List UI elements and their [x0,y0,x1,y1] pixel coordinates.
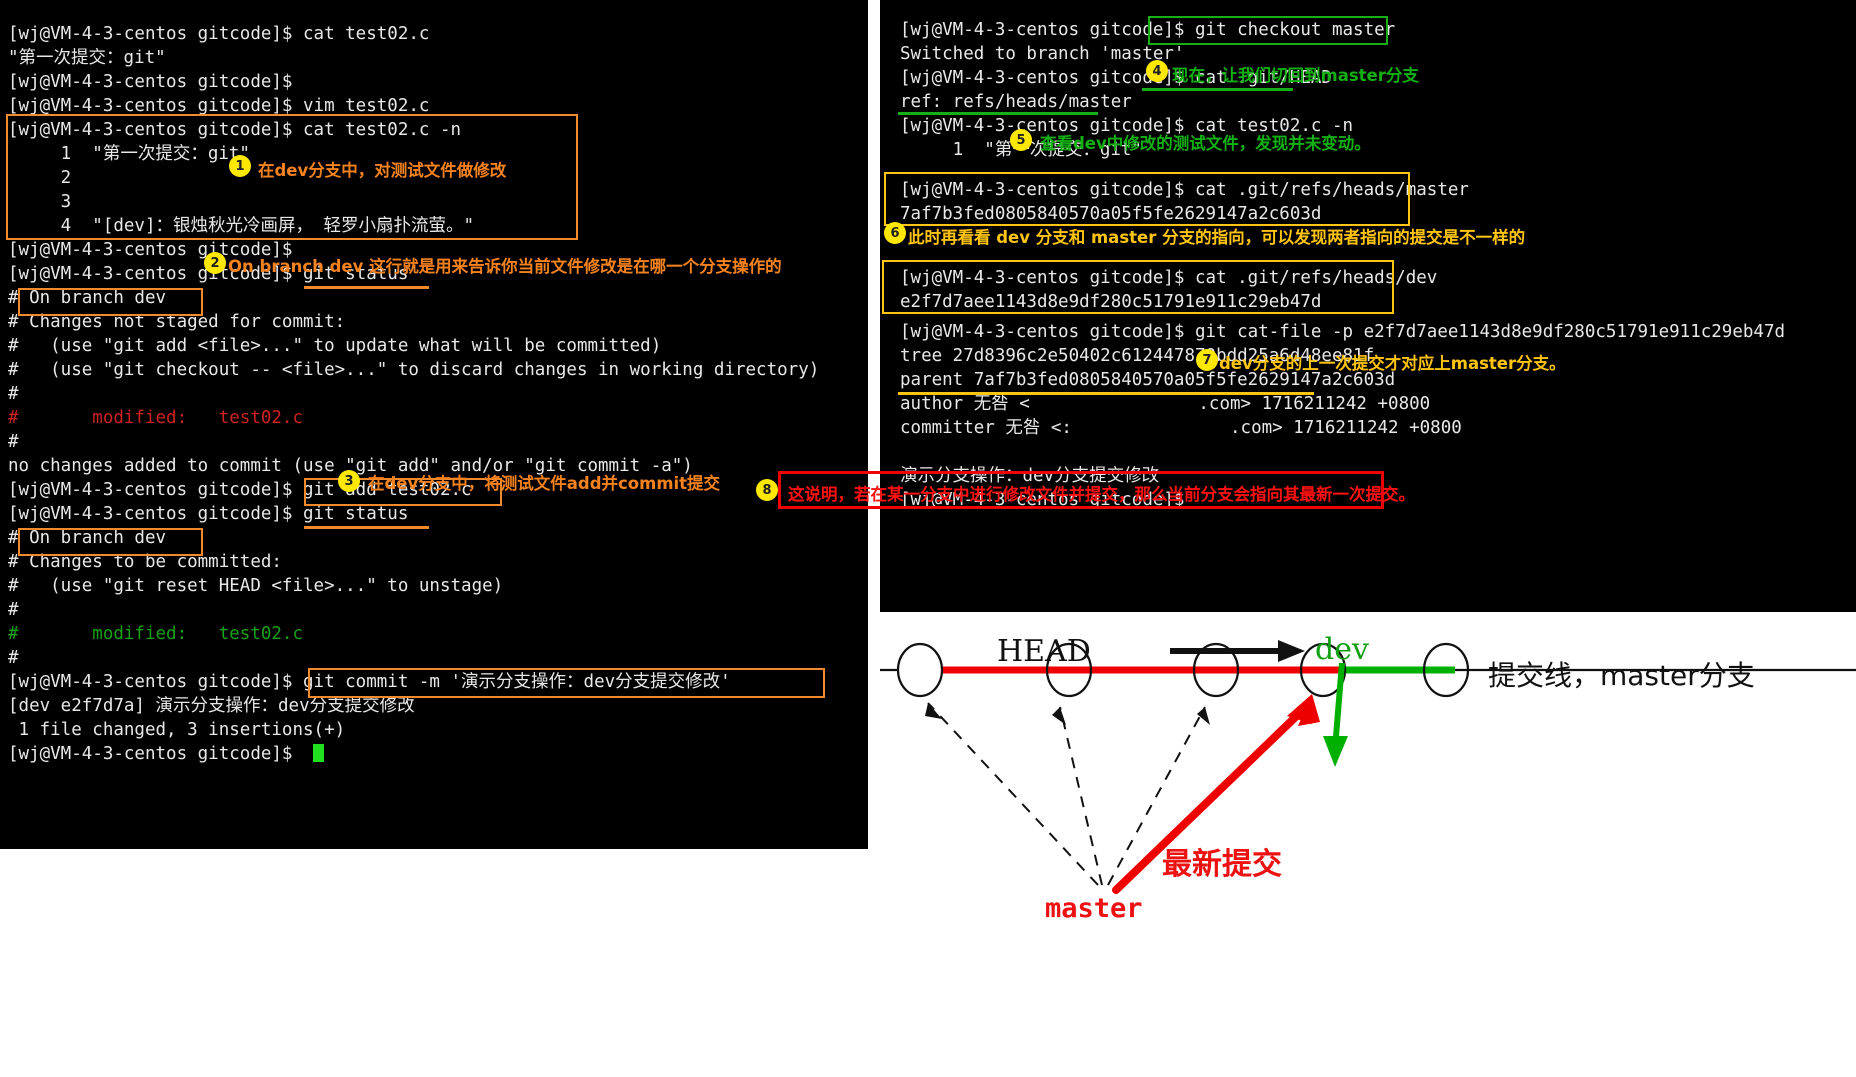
terminal-line: "第一次提交：git" [8,48,166,68]
highlight-box-on-branch-dev-1 [18,288,203,316]
annotation-marker-4: 4 [1146,60,1168,82]
annotation-note-4: 现在，让我们切回到master分支 [1172,66,1419,85]
highlight-box-git-checkout [1148,16,1388,45]
annotation-note-1: 在dev分支中，对测试文件做修改 [258,161,507,180]
terminal-line: [wj@VM-4-3-centos gitcode]$ git cat-file… [900,322,1786,342]
newest-commit-label: 最新提交 [1162,847,1282,882]
terminal-line: [wj@VM-4-3-centos gitcode]$ [8,744,293,764]
terminal-line: # [8,432,19,452]
terminal-line: # [8,648,19,668]
terminal-cursor [313,744,324,762]
highlight-box-refs-dev [882,260,1394,314]
annotation-marker-6: 6 [884,222,906,244]
terminal-line: # (use "git add <file>..." to update wha… [8,336,662,356]
terminal-line: [wj@VM-4-3-centos gitcode]$ cat test02.c [8,24,430,44]
terminal-line-modified: # modified: test02.c [8,624,304,644]
annotation-marker-3: 3 [338,470,360,492]
commit-node [896,642,944,698]
head-label: HEAD [997,634,1091,669]
terminal-line-modified: # modified: test02.c [8,408,304,428]
head-arrow [1170,640,1305,662]
terminal-line: # [8,384,19,404]
annotation-note-8: 这说明，若在某一分支中进行修改文件并提交，那么当前分支会指向其最新一次提交。 [788,485,1415,504]
terminal-line: # [8,600,19,620]
highlight-box-on-branch-dev-2 [18,528,203,556]
annotation-marker-7: 7 [1196,349,1218,371]
underline-cat-head [1142,88,1293,91]
terminal-line: # (use "git reset HEAD <file>..." to uns… [8,576,504,596]
highlight-box-refs-master [884,172,1410,226]
terminal-line: 1 file changed, 3 insertions(+) [8,720,346,740]
annotation-note-7: dev分支的上一次提交才对应上master分支。 [1219,354,1566,373]
annotation-note-3: 在dev分支中，将测试文件add并commit提交 [368,474,721,493]
underline-ref-heads-master [898,112,1098,115]
terminal-line: [wj@VM-4-3-centos gitcode]$ [8,72,293,92]
annotation-marker-8: 8 [756,479,778,501]
terminal-line: Switched to branch 'master' [900,44,1185,64]
right-terminal[interactable]: [wj@VM-4-3-centos gitcode]$ git checkout… [880,0,1856,612]
annotation-marker-5: 5 [1010,129,1032,151]
annotation-marker-2: 2 [204,252,226,274]
terminal-line: committer 无咎 <: .com> 1716211242 +0800 [900,418,1462,438]
underline-git-status-1 [304,286,429,289]
dev-label: dev [1315,632,1369,667]
underline-git-status-2 [304,526,429,529]
highlight-box-git-commit [308,668,825,698]
annotation-note-2: On branch dev 这行就是用来告诉你当前文件修改是在哪一个分支操作的 [228,257,782,276]
terminal-line: author 无咎 < .com> 1716211242 +0800 [900,394,1431,414]
commit-line-label: 提交线，master分支 [1488,659,1755,692]
annotation-note-5: 查看dev中修改的测试文件，发现并未变动。 [1040,134,1371,153]
parent-pointer-arrowheads [925,703,1210,725]
underline-parent-hash [898,392,1314,395]
master-label: master [1045,893,1143,924]
annotation-marker-1: 1 [229,155,251,177]
screenshot-root: [wj@VM-4-3-centos gitcode]$ cat test02.c… [0,0,1856,1077]
left-terminal[interactable]: [wj@VM-4-3-centos gitcode]$ cat test02.c… [0,0,868,849]
branch-diagram: HEAD dev 提交线，master分支 最新提交 master [880,612,1856,1077]
annotation-note-6: 此时再看看 dev 分支和 master 分支的指向，可以发现两者指向的提交是不… [908,228,1526,247]
terminal-line: # (use "git checkout -- <file>..." to di… [8,360,820,380]
terminal-line: ref: refs/heads/master [900,92,1132,112]
